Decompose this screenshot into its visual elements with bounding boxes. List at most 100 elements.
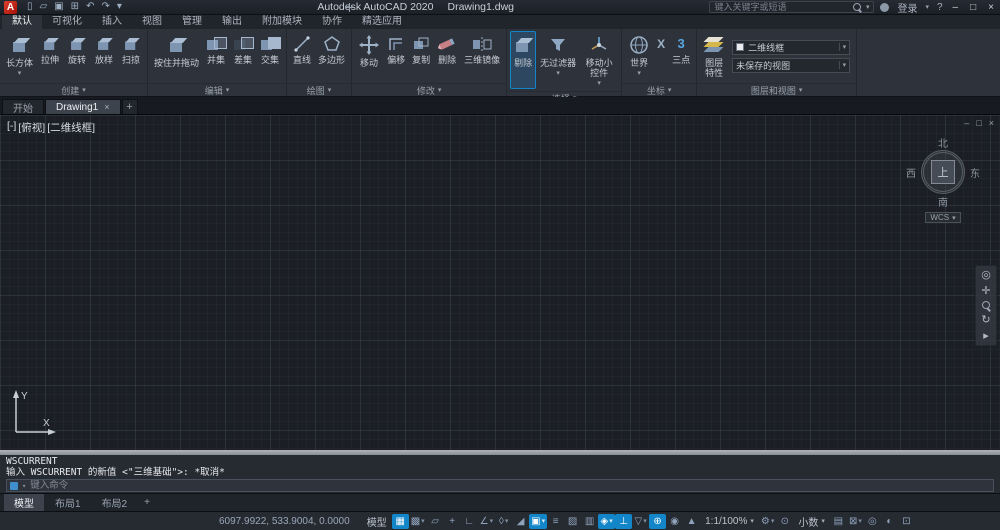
graphics-performance-icon[interactable]: ◐ (881, 514, 898, 529)
viewcube-north-label[interactable]: 北 (938, 135, 948, 150)
visual-style-arrow-icon[interactable]: ▾ (838, 43, 846, 51)
panel-title-layers-views[interactable]: 图层和视图 ▾ (697, 83, 857, 96)
qat-dropdown-icon[interactable]: ▾ (117, 2, 122, 12)
ucs-x-button[interactable]: X (654, 31, 668, 81)
revolve-tool-button[interactable]: 旋转 (64, 31, 90, 81)
world-dropdown-arrow-icon[interactable]: ▾ (637, 69, 641, 77)
login-dropdown-arrow-icon[interactable]: ▾ (925, 3, 929, 11)
close-button[interactable]: × (986, 2, 996, 13)
gizmo-dropdown-button[interactable]: 移动小控件 ▾ (580, 31, 618, 89)
object-snap-tracking-icon[interactable]: ◢ (512, 514, 529, 529)
viewcube-ring[interactable]: 上 (921, 150, 965, 194)
object-snap-icon[interactable]: ▣ ▾ (529, 513, 548, 529)
workspace-switching-icon[interactable]: ⚙ ▾ (759, 514, 776, 529)
gizmo-dropdown-arrow-icon[interactable]: ▾ (597, 79, 601, 87)
move-tool-button[interactable]: 移动 (355, 31, 383, 81)
offset-tool-button[interactable]: 偏移 (384, 31, 408, 81)
undo-icon[interactable]: ↶ (86, 2, 94, 12)
visual-style-dropdown[interactable]: 二维线框 ▾ (732, 39, 851, 55)
quick-properties-icon[interactable]: ▤ (830, 514, 847, 529)
annotation-scale[interactable]: 1:1/100% ▾ (700, 516, 759, 527)
login-button[interactable]: 登录 (897, 0, 917, 15)
grid-icon[interactable]: ▦ (391, 513, 409, 529)
sweep-tool-button[interactable]: 扫掠 (118, 31, 144, 81)
panel-title-modify[interactable]: 修改 ▾ (352, 83, 507, 96)
orbit-icon[interactable]: ↻ (981, 314, 990, 326)
new-file-icon[interactable]: ▯ (27, 2, 33, 12)
isolate-objects-icon[interactable]: ◎ (864, 514, 881, 529)
line-tool-button[interactable]: 直线 (290, 31, 314, 81)
doc-minimize-button[interactable]: – (964, 118, 969, 128)
showmotion-icon[interactable]: ▸ (983, 330, 989, 342)
box-tool-button[interactable]: 长方体 ▾ (3, 31, 36, 81)
layout-tab-2[interactable]: 布局2 (92, 494, 138, 511)
units[interactable]: 小数 ▾ (793, 514, 830, 529)
zoom-icon[interactable] (981, 301, 991, 310)
isodraft-icon[interactable]: ◊ ▾ (495, 514, 512, 529)
dynamic-ucs-icon[interactable]: ⊥ (615, 513, 633, 529)
file-tab-start[interactable]: 开始 (2, 99, 44, 115)
object-snap-3d-icon[interactable]: ◈ ▾ (598, 513, 616, 529)
minimize-button[interactable]: – (951, 2, 961, 13)
polygon-tool-button[interactable]: 多边形 (315, 31, 348, 81)
panel-title-edit[interactable]: 编辑 ▾ (148, 83, 287, 96)
gizmo-icon[interactable]: ⊕ (649, 513, 667, 529)
dynamic-input-icon[interactable]: + (444, 514, 461, 529)
polar-tracking-icon[interactable]: ∠ ▾ (478, 514, 495, 529)
application-menu-button[interactable]: A (4, 0, 17, 14)
layer-properties-button[interactable]: 图层特性 (700, 31, 728, 81)
named-view-dropdown[interactable]: 未保存的视图 ▾ (732, 57, 851, 73)
viewcube-top-face[interactable]: 上 (931, 160, 955, 184)
infer-constraints-icon[interactable]: ▱ (427, 514, 444, 529)
wcs-dropdown[interactable]: WCS ▾ (925, 212, 961, 223)
lock-ui-icon[interactable]: ⊠ ▾ (847, 514, 864, 529)
lineweight-icon[interactable]: ≡ (547, 514, 564, 529)
viewcube[interactable]: 北 西 上 东 南 WCS ▾ (900, 135, 986, 223)
panel-title-draw[interactable]: 绘图 ▾ (287, 83, 352, 96)
box-dropdown-arrow-icon[interactable]: ▾ (18, 69, 22, 77)
clean-screen-icon[interactable]: ⊡ (898, 514, 915, 529)
autoscale-icon[interactable]: ▲ (683, 514, 700, 529)
new-layout-button[interactable]: + (138, 496, 156, 509)
filter-dropdown-button[interactable]: 无过滤器 ▾ (537, 31, 579, 89)
filter-dropdown-arrow-icon[interactable]: ▾ (556, 69, 560, 77)
selection-cycling-icon[interactable]: ▥ (581, 514, 598, 529)
doc-restore-button[interactable]: □ (976, 118, 981, 128)
redo-icon[interactable]: ↷ (101, 2, 109, 12)
world-ucs-button[interactable]: 世界 ▾ (625, 31, 653, 81)
search-dropdown-arrow-icon[interactable]: ▾ (866, 3, 870, 11)
snap-mode-icon[interactable]: ▩ ▾ (409, 514, 427, 529)
viewport-visual-style-control[interactable]: [二维线框] (47, 120, 95, 135)
save-icon[interactable]: ▣ (54, 2, 63, 12)
model-paper-toggle[interactable]: 模型 (362, 514, 392, 529)
restore-button[interactable]: □ (968, 2, 978, 13)
doc-close-button[interactable]: × (989, 118, 994, 128)
drawing-canvas[interactable]: [-] [俯视] [二维线框] – □ × 北 西 上 东 南 WCS ▾ ◎ ✛ ↻ ▸ (0, 114, 1000, 450)
panel-title-create[interactable]: 创建 ▾ (0, 83, 148, 96)
open-file-icon[interactable]: ▱ (40, 2, 48, 12)
intersect-tool-button[interactable]: 交集 (257, 31, 283, 81)
presspull-tool-button[interactable]: 按住并拖动 (151, 31, 202, 81)
ucs-3point-button[interactable]: 3 三点 (669, 31, 693, 81)
extrude-tool-button[interactable]: 拉伸 (37, 31, 63, 81)
plot-icon[interactable]: ⊞ (71, 2, 79, 12)
help-button[interactable]: ? (937, 2, 943, 13)
recent-commands-arrow-icon[interactable]: ▾ (22, 482, 26, 490)
viewcube-south-label[interactable]: 南 (938, 194, 948, 209)
viewport-view-control[interactable]: [俯视] (18, 120, 45, 135)
search-icon[interactable] (852, 2, 862, 12)
named-view-arrow-icon[interactable]: ▾ (838, 61, 846, 69)
culling-toggle-button[interactable]: 剔除 (510, 31, 537, 89)
layout-tab-0[interactable]: 模型 (4, 494, 44, 511)
copy-tool-button[interactable]: 复制 (409, 31, 433, 81)
ortho-icon[interactable]: ∟ (461, 514, 478, 529)
command-customize-icon[interactable] (10, 481, 18, 490)
union-tool-button[interactable]: 并集 (203, 31, 229, 81)
new-drawing-tab-button[interactable]: + (121, 99, 138, 114)
annotation-monitor-icon[interactable]: ⊙ (776, 514, 793, 529)
search-input[interactable] (714, 2, 849, 12)
viewcube-east-label[interactable]: 东 (970, 165, 980, 180)
panel-title-coordinates[interactable]: 坐标 ▾ (622, 83, 697, 96)
viewport-menu-control[interactable]: [-] (7, 120, 16, 135)
loft-tool-button[interactable]: 放样 (91, 31, 117, 81)
